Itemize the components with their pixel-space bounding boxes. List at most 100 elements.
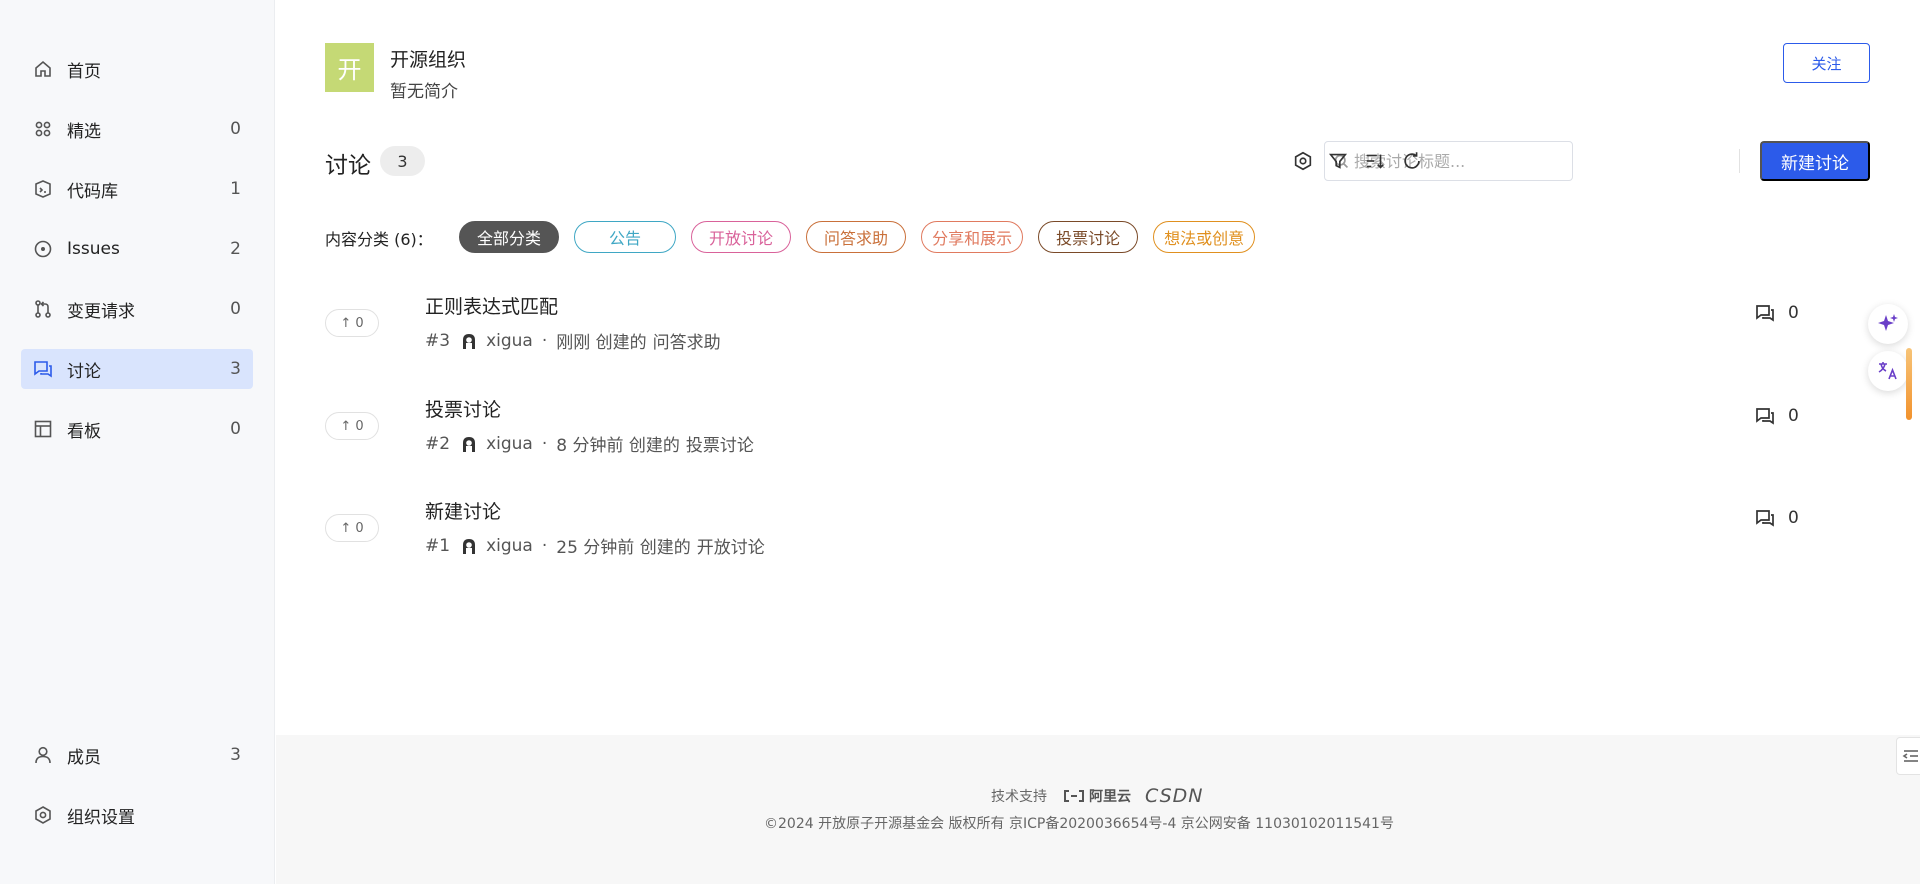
sidebar-item-org-settings[interactable]: 组织设置	[21, 795, 253, 835]
toolbar-divider	[1739, 149, 1740, 173]
member-icon	[33, 745, 53, 765]
sidebar-item-featured[interactable]: 精选 0	[21, 109, 253, 149]
aliyun-logo[interactable]: 阿里云	[1063, 786, 1131, 806]
list-item[interactable]: ↑ 0 正则表达式匹配 #3 xigua · 刚刚 创建的 问答求助 0	[325, 292, 1870, 372]
home-icon	[33, 59, 53, 79]
sort-icon[interactable]	[1363, 149, 1387, 173]
discussion-category: 问答求助	[652, 333, 721, 353]
org-description: 暂无简介	[390, 82, 458, 102]
page-title: 讨论	[325, 153, 371, 179]
sparkle-icon	[1878, 314, 1898, 331]
discussion-title[interactable]: 正则表达式匹配	[425, 292, 558, 319]
comment-count: 0	[1754, 302, 1799, 324]
sidebar-item-discussions[interactable]: 讨论 3	[21, 349, 253, 389]
aliyun-icon	[1064, 790, 1084, 802]
board-icon	[33, 419, 53, 439]
sidebar-item-count: 1	[230, 179, 241, 199]
discussion-icon	[33, 359, 53, 379]
sidebar-item-label: 组织设置	[67, 807, 135, 828]
comment-icon	[1756, 408, 1774, 425]
comment-count-value: 0	[1788, 508, 1799, 528]
discussion-author[interactable]: xigua	[486, 331, 533, 351]
discussion-title[interactable]: 新建讨论	[425, 497, 501, 524]
list-item[interactable]: ↑ 0 投票讨论 #2 xigua · 8 分钟前 创建的 投票讨论 0	[325, 395, 1870, 475]
sidebar-item-members[interactable]: 成员 3	[21, 735, 253, 775]
category-chip-share[interactable]: 分享和展示	[921, 221, 1024, 253]
category-chip-announcement[interactable]: 公告	[574, 221, 677, 253]
sidebar-item-count: 2	[230, 239, 241, 259]
sidebar-item-count: 3	[230, 359, 241, 379]
translate-button[interactable]	[1868, 351, 1908, 391]
category-chip-vote[interactable]: 投票讨论	[1038, 221, 1139, 253]
sidebar-item-label: 精选	[67, 121, 101, 142]
sidebar-item-pull-requests[interactable]: 变更请求 0	[21, 289, 253, 329]
pull-request-icon	[33, 299, 53, 319]
footer: 技术支持 阿里云 CSDN ©2024 开放原子开源基金会 版权所有 京ICP备…	[276, 735, 1920, 884]
sidebar-nav: 首页 精选 0 代码库 1 Issues 2 变更请求 0 讨论 3 看板 0	[21, 49, 253, 469]
footer-support: 技术支持 阿里云 CSDN	[991, 785, 1204, 807]
discussion-time: 25 分钟前 创建的	[556, 538, 691, 558]
discussion-meta: #3 xigua · 刚刚 创建的 问答求助	[425, 328, 721, 354]
upvote-button[interactable]: ↑ 0	[325, 514, 379, 542]
discussion-time: 刚刚 创建的	[556, 333, 647, 353]
discussion-author[interactable]: xigua	[486, 434, 533, 454]
comment-icon	[1756, 510, 1774, 527]
sidebar-item-count: 0	[230, 419, 241, 439]
discussion-title[interactable]: 投票讨论	[425, 395, 501, 422]
filter-icon[interactable]	[1326, 149, 1350, 173]
meta-separator: ·	[541, 535, 548, 556]
new-discussion-button[interactable]: 新建讨论	[1760, 141, 1870, 181]
category-chip-ideas[interactable]: 想法或创意	[1153, 221, 1256, 253]
org-name: 开源组织	[390, 49, 467, 71]
sidebar-item-count: 3	[230, 745, 241, 765]
scrollbar-thumb[interactable]	[1906, 348, 1912, 420]
category-chip-qa[interactable]: 问答求助	[806, 221, 907, 253]
sidebar-item-label: 首页	[67, 61, 101, 82]
collapse-panel-tab[interactable]	[1896, 737, 1920, 775]
sidebar-item-issues[interactable]: Issues 2	[21, 229, 253, 269]
support-label: 技术支持	[991, 789, 1047, 805]
sidebar-item-count: 0	[230, 299, 241, 319]
sidebar-item-home[interactable]: 首页	[21, 49, 253, 89]
category-list: 全部分类 公告 开放讨论 问答求助 分享和展示 投票讨论 想法或创意	[459, 221, 1256, 253]
discussion-author[interactable]: xigua	[486, 536, 533, 556]
list-item[interactable]: ↑ 0 新建讨论 #1 xigua · 25 分钟前 创建的 开放讨论 0	[325, 497, 1870, 577]
discussion-meta: #1 xigua · 25 分钟前 创建的 开放讨论	[425, 533, 765, 559]
sidebar-item-label: Issues	[67, 239, 120, 259]
comment-count-value: 0	[1788, 406, 1799, 426]
upvote-button[interactable]: ↑ 0	[325, 412, 379, 440]
category-chip-open[interactable]: 开放讨论	[691, 221, 792, 253]
upvote-button[interactable]: ↑ 0	[325, 309, 379, 337]
user-avatar-icon	[460, 435, 478, 453]
settings-icon	[33, 805, 53, 825]
sidebar-item-label: 成员	[67, 747, 101, 768]
comment-count: 0	[1754, 405, 1799, 427]
sidebar-item-count: 0	[230, 119, 241, 139]
sidebar-item-repositories[interactable]: 代码库 1	[21, 169, 253, 209]
follow-button[interactable]: 关注	[1783, 43, 1870, 83]
refresh-icon[interactable]	[1400, 149, 1424, 173]
settings-hex-icon[interactable]	[1291, 149, 1315, 173]
comment-count-value: 0	[1788, 303, 1799, 323]
repository-icon	[33, 179, 53, 199]
sidebar-bottom-nav: 成员 3 组织设置	[21, 735, 253, 855]
discussion-number: #3	[425, 330, 451, 351]
discussion-category: 投票讨论	[685, 436, 754, 456]
sidebar-item-label: 变更请求	[67, 301, 135, 322]
discussion-count-badge: 3	[380, 146, 425, 176]
discussion-meta: #2 xigua · 8 分钟前 创建的 投票讨论	[425, 431, 754, 457]
sidebar-item-label: 讨论	[67, 361, 101, 382]
meta-separator: ·	[541, 330, 548, 351]
sidebar-item-boards[interactable]: 看板 0	[21, 409, 253, 449]
search-box	[1324, 141, 1573, 181]
grid-icon	[33, 119, 53, 139]
meta-separator: ·	[541, 433, 548, 454]
sidebar-item-label: 代码库	[67, 181, 118, 202]
ai-assistant-button[interactable]	[1868, 304, 1908, 344]
comment-icon	[1756, 305, 1774, 322]
sidebar: 首页 精选 0 代码库 1 Issues 2 变更请求 0 讨论 3 看板 0 …	[0, 0, 275, 884]
aliyun-text: 阿里云	[1089, 789, 1131, 805]
discussion-number: #2	[425, 433, 451, 454]
category-chip-all[interactable]: 全部分类	[459, 221, 560, 253]
csdn-logo[interactable]: CSDN	[1145, 785, 1204, 807]
